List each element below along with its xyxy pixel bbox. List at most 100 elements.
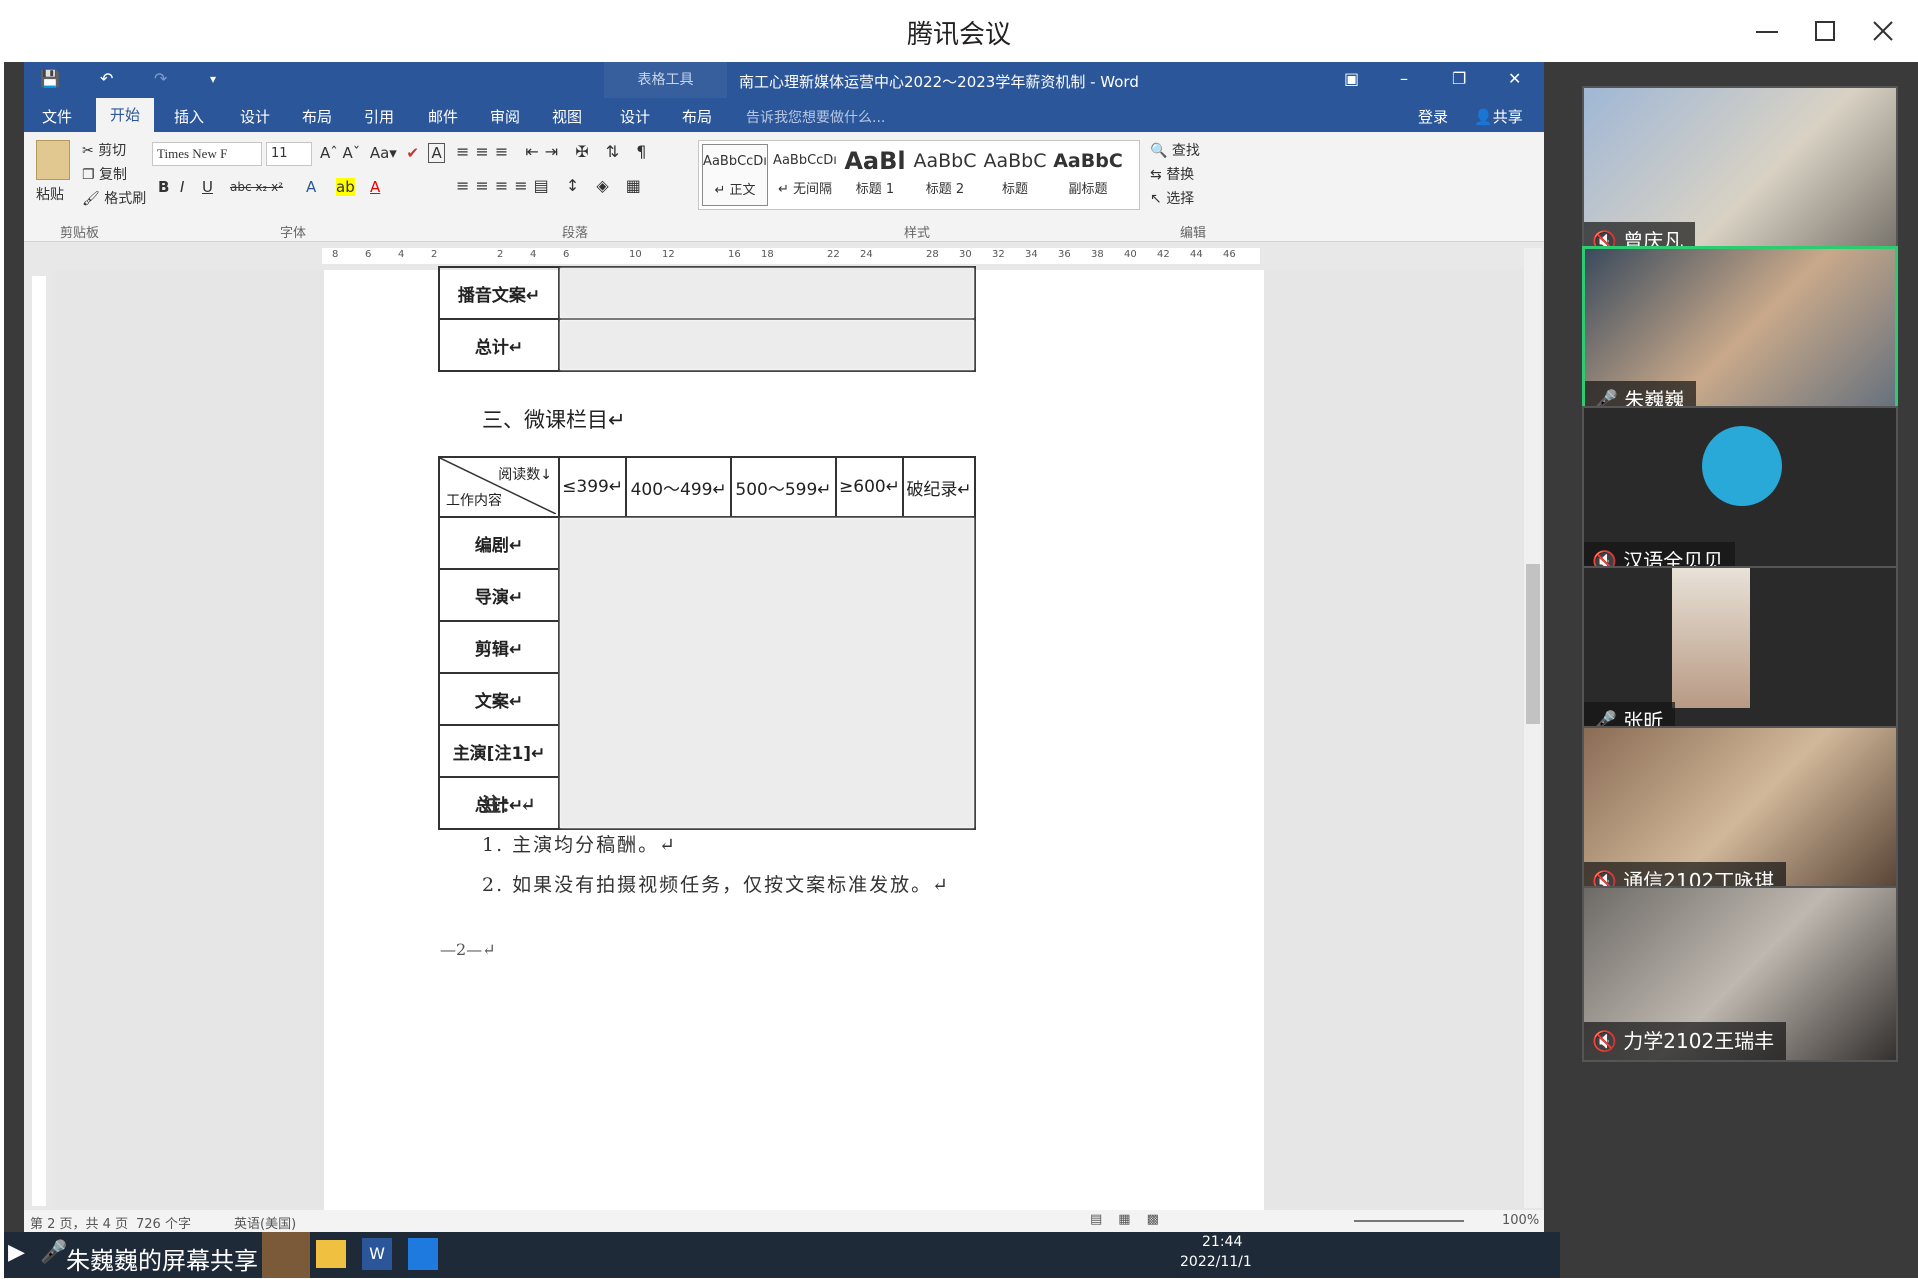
word-restore-icon[interactable]: ❐ <box>1452 69 1466 88</box>
vertical-ruler[interactable] <box>24 270 54 1210</box>
copy-button[interactable]: ❐ 复制 <box>82 164 127 184</box>
strikethrough-icon[interactable]: abc x₂ x² <box>230 180 283 194</box>
share-label: 共享 <box>1492 108 1523 126</box>
participant-tile[interactable]: 🔇 力学2102王瑞丰 <box>1582 886 1898 1062</box>
participant-tile[interactable]: 🎤 朱巍巍 <box>1582 246 1898 422</box>
style-heading-2[interactable]: AaBbC 标题 2 <box>912 144 978 206</box>
participant-tile[interactable]: 🔇 通信2102丁咏琪 <box>1582 726 1898 902</box>
text-effects-icon[interactable]: A <box>306 178 316 196</box>
word-count[interactable]: 726 个字 <box>136 1213 191 1232</box>
cut-button[interactable]: ✂ 剪切 <box>82 140 126 160</box>
align-icons[interactable]: ≡≡≡≡▤ ↕ ◈ ▦ <box>456 176 647 195</box>
scrollbar-thumb[interactable] <box>1526 564 1540 724</box>
ruler-tick: 44 <box>1190 249 1203 260</box>
style-normal[interactable]: AaBbCcDı ↵ 正文 <box>702 144 768 206</box>
chrome-app-icon[interactable] <box>262 1232 310 1278</box>
word-close-icon[interactable]: ✕ <box>1508 69 1521 88</box>
zoom-level[interactable]: 100% <box>1502 1213 1539 1228</box>
font-name-box[interactable]: Times New F <box>152 142 262 166</box>
minimize-icon[interactable] <box>1752 16 1782 46</box>
format-painter-label: 格式刷 <box>104 191 147 207</box>
view-mode-icons[interactable]: ▤▦▩ <box>1090 1212 1175 1227</box>
tab-table-design[interactable]: 设计 <box>620 106 650 127</box>
select-button[interactable]: ↖ 选择 <box>1150 188 1194 208</box>
format-painter-button[interactable]: 🖌 格式刷 <box>82 188 146 208</box>
row-label[interactable]: 编剧↵ <box>438 516 560 570</box>
header-cell[interactable]: ≥600↵ <box>834 456 905 518</box>
paragraph-group-label: 段落 <box>562 226 589 241</box>
corner-cell[interactable]: 阅读数↓ 工作内容 <box>438 456 560 518</box>
participant-tile[interactable]: 🔇 曾庆凡 <box>1582 86 1898 262</box>
ruler-tick: 38 <box>1091 249 1104 260</box>
tab-mailings[interactable]: 邮件 <box>428 106 458 127</box>
zoom-slider[interactable] <box>1354 1220 1464 1222</box>
find-button[interactable]: 🔍 查找 <box>1150 140 1200 160</box>
row-label[interactable]: 剪辑↵ <box>438 620 560 674</box>
language[interactable]: 英语(美国) <box>234 1213 296 1232</box>
underline-icon[interactable]: U <box>202 178 213 196</box>
tencent-meeting-icon[interactable] <box>408 1238 438 1270</box>
tab-file[interactable]: 文件 <box>42 106 72 127</box>
ruler-tick: 6 <box>563 249 570 260</box>
note-title[interactable]: 注：↵ <box>482 790 536 817</box>
font-size-box[interactable]: 11 <box>266 142 312 166</box>
word-app-icon[interactable]: W <box>362 1238 392 1270</box>
note-item[interactable]: 1. 主演均分稿酬。↵ <box>482 830 677 857</box>
header-cell[interactable]: ≤399↵ <box>557 456 628 518</box>
tab-review[interactable]: 审阅 <box>490 106 520 127</box>
table-row: 总计↵ <box>438 318 976 372</box>
font-color-icon[interactable]: A <box>370 178 380 196</box>
italic-icon[interactable]: I <box>180 178 184 196</box>
row-label[interactable]: 导演↵ <box>438 568 560 622</box>
tell-me-box[interactable]: 告诉我您想要做什么... <box>746 107 885 127</box>
paste-label[interactable]: 粘贴 <box>36 184 64 204</box>
tab-view[interactable]: 视图 <box>552 106 582 127</box>
page-count[interactable]: 第 2 页，共 4 页 <box>30 1213 128 1232</box>
tab-references[interactable]: 引用 <box>364 106 394 127</box>
file-explorer-icon[interactable] <box>316 1240 346 1268</box>
tab-home[interactable]: 开始 <box>96 98 155 132</box>
paste-icon[interactable] <box>36 140 70 180</box>
tab-table-layout[interactable]: 布局 <box>682 106 712 127</box>
style-title[interactable]: AaBbC 标题 <box>982 144 1048 206</box>
header-cell[interactable]: 500～599↵ <box>730 456 837 518</box>
list-icons[interactable]: ≡≡≡ ⇤⇥ ✠ ⇅ ¶ <box>456 142 652 161</box>
tab-layout[interactable]: 布局 <box>302 106 332 127</box>
microphone-icon[interactable]: 🎤 <box>40 1240 67 1265</box>
participant-tile[interactable]: 🔇 汉语全贝贝 <box>1582 406 1898 582</box>
customize-qat-icon[interactable]: ▾ <box>210 72 216 86</box>
row-label[interactable]: 播音文案↵ <box>438 266 560 320</box>
undo-icon[interactable]: ↶ <box>100 69 113 88</box>
row-label[interactable]: 文案↵ <box>438 672 560 726</box>
maximize-icon[interactable] <box>1810 16 1840 46</box>
tab-insert[interactable]: 插入 <box>174 106 204 127</box>
tab-design[interactable]: 设计 <box>240 106 270 127</box>
header-cell[interactable]: 破纪录↵ <box>902 456 976 518</box>
login-link[interactable]: 登录 <box>1418 106 1448 127</box>
section-heading[interactable]: 三、微课栏目↵ <box>482 404 626 434</box>
close-icon[interactable] <box>1868 16 1898 46</box>
bold-icon[interactable]: B <box>158 178 169 196</box>
participant-tile[interactable]: 🎤 张昕 <box>1582 566 1898 742</box>
row-label[interactable]: 总计↵ <box>438 318 560 372</box>
style-heading-1[interactable]: AaBl 标题 1 <box>842 144 908 206</box>
grow-font-icon[interactable]: Aˆ Aˇ Aa▾ ✔ A <box>320 143 445 163</box>
document-page[interactable]: 播音文案↵ 总计↵ 三、微课栏目↵ 阅读数↓ 工作内容 ≤399↵ 400～49… <box>324 266 1264 1210</box>
style-no-spacing[interactable]: AaBbCcDı ↵ 无间隔 <box>772 144 838 206</box>
word-minimize-icon[interactable]: – <box>1400 69 1408 88</box>
share-owner-label: 朱巍巍的屏幕共享 <box>66 1247 258 1275</box>
header-cell[interactable]: 400～499↵ <box>625 456 733 518</box>
redo-icon[interactable]: ↷ <box>154 69 167 88</box>
corner-bottom-label: 工作内容 <box>446 493 502 509</box>
highlight-icon[interactable]: ab <box>336 178 355 196</box>
replace-button[interactable]: ⇆ 替换 <box>1150 164 1194 184</box>
row-label[interactable]: 主演[注1]↵ <box>438 724 560 778</box>
table-tools-label: 表格工具 <box>604 62 727 98</box>
vertical-scrollbar[interactable] <box>1524 248 1542 1208</box>
share-button[interactable]: 👤共享 <box>1474 106 1523 127</box>
note-item[interactable]: 2. 如果没有拍摄视频任务，仅按文案标准发放。↵ <box>482 870 950 897</box>
ribbon-display-icon[interactable]: ▣ <box>1344 69 1359 88</box>
style-subtitle[interactable]: AaBbC 副标题 <box>1052 144 1124 206</box>
screen-share-icon[interactable]: ▶ <box>8 1240 25 1265</box>
save-icon[interactable]: 💾 <box>40 69 60 88</box>
